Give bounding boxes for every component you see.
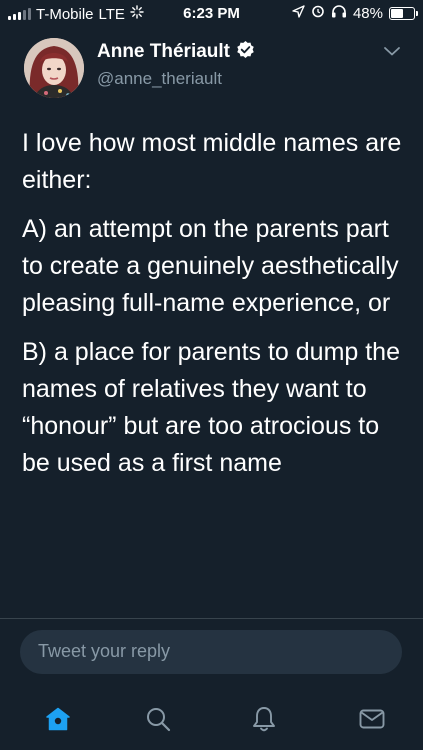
battery-percent: 48% [352, 4, 383, 22]
home-icon [46, 707, 70, 731]
status-bar: T-Mobile LTE 6:23 PM 48% [0, 0, 423, 28]
headphones-icon [331, 4, 347, 22]
tab-notifications[interactable] [244, 702, 284, 736]
author-name: Anne Thériault [97, 41, 231, 62]
tab-search[interactable] [138, 702, 178, 736]
bottom-tab-bar [0, 690, 423, 750]
mail-icon [359, 709, 385, 729]
search-icon [147, 708, 171, 732]
divider [0, 618, 423, 619]
tweet-text: I love how most middle names are either:… [22, 125, 407, 494]
tab-home[interactable] [38, 702, 78, 736]
status-right: 48% [292, 4, 418, 22]
tweet-paragraph: I love how most middle names are either: [22, 129, 402, 194]
verified-badge-icon [236, 40, 255, 64]
chevron-down-icon[interactable] [383, 44, 401, 62]
tweet-paragraph: B) a place for parents to dump the names… [22, 338, 400, 477]
bell-icon [253, 707, 275, 732]
author-handle: @anne_theriault [97, 69, 223, 88]
avatar-portrait-icon [24, 38, 84, 98]
author-avatar[interactable] [24, 38, 84, 98]
reply-input[interactable]: Tweet your reply [20, 630, 402, 674]
tweet-paragraph: A) an attempt on the parents part to cre… [22, 215, 399, 317]
alarm-clock-icon [311, 4, 325, 22]
tweet-detail-screen: T-Mobile LTE 6:23 PM 48% Anne Thériault … [0, 0, 423, 750]
location-arrow-icon [292, 4, 305, 22]
reply-placeholder: Tweet your reply [38, 641, 171, 661]
author-info[interactable]: Anne Thériault @anne_theriault [97, 40, 255, 89]
tab-messages[interactable] [352, 702, 392, 736]
battery-icon [389, 6, 418, 20]
